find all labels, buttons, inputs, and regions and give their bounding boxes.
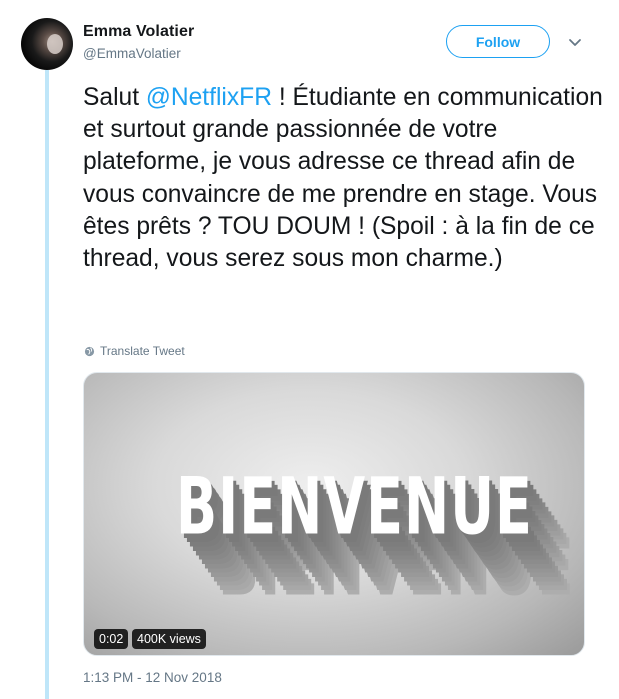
- translate-label: Translate Tweet: [100, 344, 185, 358]
- chevron-down-icon[interactable]: [568, 38, 582, 48]
- author-handle[interactable]: @EmmaVolatier: [83, 46, 181, 61]
- follow-button[interactable]: Follow: [446, 25, 550, 58]
- video-views-badge: 400K views: [132, 629, 206, 649]
- tweet-text: Salut @NetflixFR ! Étudiante en communic…: [83, 82, 603, 275]
- video-title-text: BIENVENUE: [176, 461, 533, 553]
- tweet-timestamp[interactable]: 1:13 PM - 12 Nov 2018: [83, 670, 222, 685]
- tweet-text-start: Salut: [83, 84, 146, 111]
- thread-connector-line: [45, 70, 49, 699]
- avatar-face: [47, 34, 63, 54]
- tweet-text-rest: ! Étudiante en communication et surtout …: [83, 84, 603, 273]
- translate-tweet-link[interactable]: Translate Tweet: [84, 344, 185, 358]
- globe-icon: [84, 346, 95, 356]
- author-name[interactable]: Emma Volatier: [83, 23, 194, 41]
- avatar[interactable]: [21, 18, 73, 70]
- video-duration-badge: 0:02: [94, 629, 129, 649]
- video-player[interactable]: BIENVENUE 0:02 400K views: [83, 372, 585, 656]
- mention-link[interactable]: @NetflixFR: [146, 84, 272, 111]
